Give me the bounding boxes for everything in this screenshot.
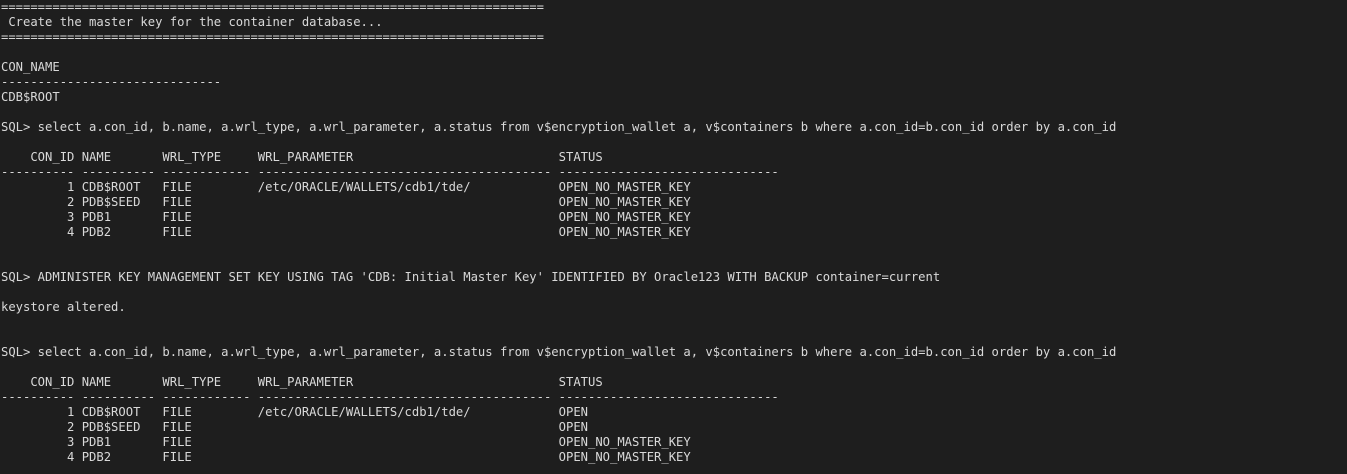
- table-row: 4 PDB2 FILE OPEN_NO_MASTER_KEY: [1, 225, 691, 239]
- con-name-underline: ------------------------------: [1, 75, 222, 89]
- con-name-value: CDB$ROOT: [1, 90, 60, 104]
- table-header: CON_ID NAME WRL_TYPE WRL_PARAMETER STATU…: [1, 150, 603, 164]
- command-result: keystore altered.: [1, 300, 126, 314]
- banner-title: Create the master key for the container …: [1, 15, 383, 29]
- table-header-underline: ---------- ---------- ------------ -----…: [1, 390, 779, 404]
- table-row: 2 PDB$SEED FILE OPEN_NO_MASTER_KEY: [1, 195, 691, 209]
- banner-separator-bottom: ========================================…: [1, 30, 544, 44]
- sql-query-line: SQL> select a.con_id, b.name, a.wrl_type…: [1, 120, 1117, 134]
- table-header-underline: ---------- ---------- ------------ -----…: [1, 165, 779, 179]
- table-row: 1 CDB$ROOT FILE /etc/ORACLE/WALLETS/cdb1…: [1, 405, 588, 419]
- sql-command-line: SQL> ADMINISTER KEY MANAGEMENT SET KEY U…: [1, 270, 941, 284]
- table-row: 4 PDB2 FILE OPEN_NO_MASTER_KEY: [1, 450, 691, 464]
- banner-separator-top: ========================================…: [1, 0, 544, 14]
- table-row: 1 CDB$ROOT FILE /etc/ORACLE/WALLETS/cdb1…: [1, 180, 691, 194]
- sql-query-line: SQL> select a.con_id, b.name, a.wrl_type…: [1, 345, 1117, 359]
- table-header: CON_ID NAME WRL_TYPE WRL_PARAMETER STATU…: [1, 375, 603, 389]
- table-row: 3 PDB1 FILE OPEN_NO_MASTER_KEY: [1, 210, 691, 224]
- table-row: 3 PDB1 FILE OPEN_NO_MASTER_KEY: [1, 435, 691, 449]
- terminal-window[interactable]: ========================================…: [0, 0, 1347, 474]
- table-row: 2 PDB$SEED FILE OPEN: [1, 420, 588, 434]
- con-name-header: CON_NAME: [1, 60, 60, 74]
